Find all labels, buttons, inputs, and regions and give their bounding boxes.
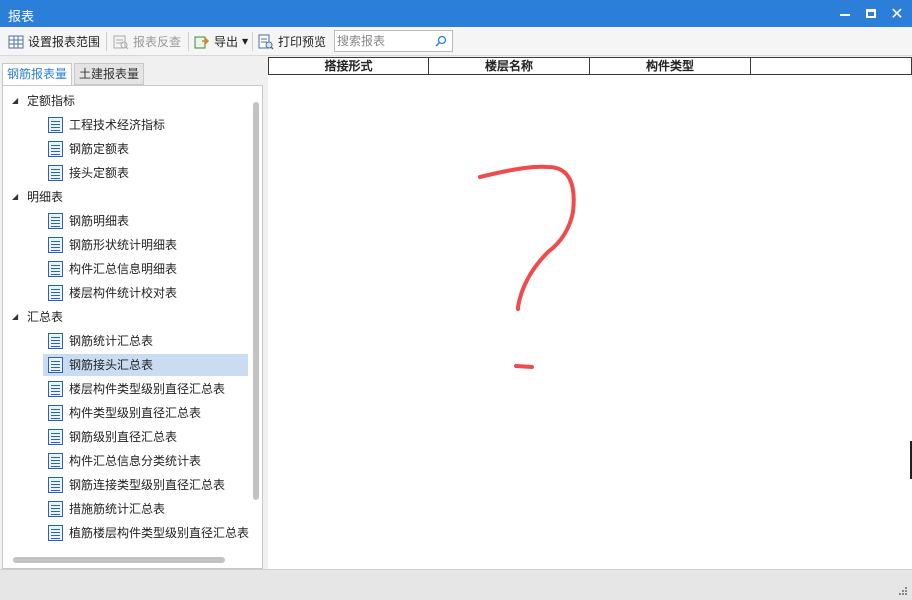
maximize-icon: [866, 8, 876, 18]
export-button[interactable]: 导出 ▼: [194, 31, 248, 52]
tree-item-label: 构件汇总信息分类统计表: [69, 454, 202, 468]
collapse-arrow-icon[interactable]: ◢: [12, 186, 18, 208]
tree-item-label: 工程技术经济指标: [69, 118, 166, 132]
report-doc-icon: [48, 213, 63, 229]
minimize-button[interactable]: [834, 2, 856, 24]
minimize-icon: [840, 14, 850, 16]
tree-item-label: 钢筋明细表: [69, 214, 130, 228]
status-bar: [0, 569, 912, 600]
print-preview-button[interactable]: 打印预览: [258, 31, 326, 52]
close-icon: ✕: [890, 3, 904, 23]
report-tabs: 钢筋报表量 土建报表量: [0, 57, 264, 86]
tree-item-label: 钢筋连接类型级别直径汇总表: [69, 478, 226, 492]
report-doc-icon: [48, 357, 63, 373]
table-grid-icon: [8, 35, 24, 48]
export-label: 导出: [214, 35, 239, 49]
horizontal-scrollbar[interactable]: [13, 557, 225, 563]
tree-item-label: 钢筋接头汇总表: [69, 358, 154, 372]
resize-grip-icon[interactable]: [898, 586, 908, 596]
title-bar: 报表 ✕: [0, 0, 912, 27]
print-preview-label: 打印预览: [278, 35, 327, 49]
tab-civil-reports[interactable]: 土建报表量: [74, 63, 145, 85]
question-mark-annotation: [478, 164, 576, 369]
report-reverse-check-label: 报表反查: [133, 35, 182, 49]
report-nav-panel: 钢筋报表量 土建报表量 ◢ 定额指标 工程技术经济指标 钢筋定额表 接头定额表 ◢ 明细表钢…: [0, 57, 264, 569]
tree-item-label: 措施筋统计汇总表: [69, 502, 166, 516]
tab-rebar-reports[interactable]: 钢筋报表量: [2, 63, 73, 86]
report-doc-icon: [48, 477, 63, 493]
report-doc-icon: [48, 525, 63, 541]
column-header[interactable]: 楼层名称: [429, 57, 590, 75]
vertical-scrollbar[interactable]: [253, 102, 259, 500]
report-doc-icon: [48, 261, 63, 277]
dropdown-arrow-icon: ▼: [242, 37, 249, 46]
search-icon[interactable]: [434, 34, 448, 48]
tree-item-label: 钢筋形状统计明细表: [69, 238, 178, 252]
tree-item-label: 接头定额表: [69, 166, 130, 180]
collapse-arrow-icon[interactable]: ◢: [12, 90, 18, 112]
export-icon: [194, 36, 210, 48]
report-doc-icon: [48, 117, 63, 133]
report-content-area: 搭接形式 楼层名称 构件类型: [268, 57, 912, 569]
report-doc-icon: [48, 285, 63, 301]
set-report-range-button[interactable]: 设置报表范围: [8, 31, 100, 52]
report-doc-icon: [48, 165, 63, 181]
tree-item-label: 植筋楼层构件类型级别直径汇总表: [69, 526, 250, 540]
report-doc-icon: [48, 141, 63, 157]
toolbar-separator: [188, 32, 189, 51]
report-doc-icon: [48, 501, 63, 517]
tree-group-label: 定额指标: [27, 94, 76, 108]
maximize-button[interactable]: [860, 2, 882, 24]
toolbar-separator: [106, 32, 107, 51]
report-doc-icon: [48, 405, 63, 421]
search-input[interactable]: [337, 33, 433, 49]
report-doc-icon: [48, 237, 63, 253]
report-search-icon: [113, 35, 129, 49]
set-report-range-label: 设置报表范围: [28, 35, 101, 49]
report-tree: ◢ 定额指标工程技术经济指标 钢筋定额表接头定额表 ◢ 明细表 钢筋明细表钢筋形状统计明细…: [2, 85, 263, 569]
tree-item-label: 钢筋统计汇总表: [69, 334, 154, 348]
tree-group-label: 明细表: [27, 190, 64, 204]
tree-item-label: 钢筋级别直径汇总表: [69, 430, 178, 444]
search-box: [334, 30, 453, 52]
report-doc-icon: [48, 333, 63, 349]
print-preview-icon: [258, 34, 274, 50]
close-button[interactable]: ✕: [886, 2, 908, 24]
tree-item-label: 构件汇总信息明细表: [69, 262, 178, 276]
toolbar: 设置报表范围 报表反查 导出 ▼ 打印预览: [0, 27, 912, 56]
column-header[interactable]: 搭接形式: [268, 57, 429, 75]
report-doc-icon: [48, 429, 63, 445]
report-doc-icon: [48, 381, 63, 397]
column-header[interactable]: [751, 57, 912, 75]
column-header[interactable]: 构件类型: [590, 57, 751, 75]
report-doc-icon: [48, 453, 63, 469]
tree-item-label: 楼层构件类型级别直径汇总表: [69, 382, 226, 396]
tree-group-label: 汇总表: [27, 310, 64, 324]
collapse-arrow-icon[interactable]: ◢: [12, 306, 18, 328]
toolbar-separator: [252, 32, 253, 51]
tree-item-label: 钢筋定额表: [69, 142, 130, 156]
tree-item-label: 楼层构件统计校对表: [69, 286, 178, 300]
tree-item-label: 构件类型级别直径汇总表: [69, 406, 202, 420]
report-reverse-check-button[interactable]: 报表反查: [113, 31, 181, 52]
window-title: 报表: [8, 10, 35, 25]
